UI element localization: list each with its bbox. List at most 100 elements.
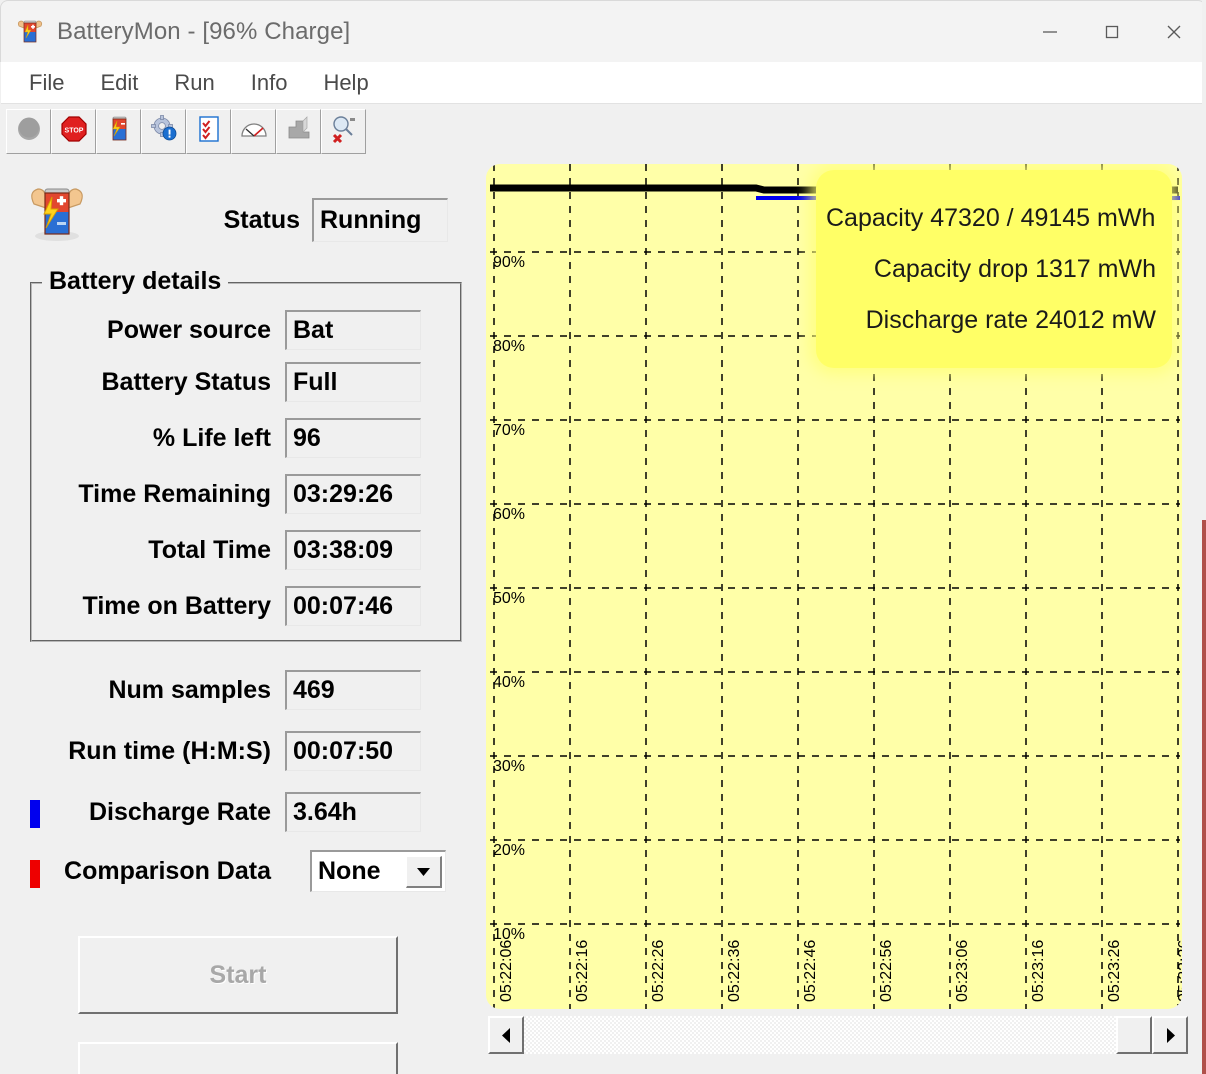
title-bar-left: BatteryMon - [96% Charge] [1,17,1019,47]
comparison-label: Comparison Data [64,857,271,885]
comparison-select[interactable]: None [310,850,446,892]
power-source-value: Bat [285,310,421,350]
tooltip-capacity: Capacity 47320 / 49145 mWh [826,203,1156,232]
toolbar-record-button[interactable] [6,109,51,154]
row-discharge-rate: Discharge Rate 3.64h [0,792,421,832]
run-time-value: 00:07:50 [285,731,421,771]
scroll-left-button[interactable] [488,1016,524,1054]
ytick-30: 30% [493,758,526,775]
status-row: Status Running [0,198,455,242]
toolbar-graph-button[interactable] [276,109,321,154]
row-run-time: Run time (H:M:S) 00:07:50 [0,731,421,771]
window-controls [1019,1,1205,63]
close-icon[interactable] [1143,1,1205,63]
toolbar-battery-button[interactable] [96,109,141,154]
power-source-label: Power source [107,315,271,344]
xtick-8: 05:23:26 [1106,939,1123,1002]
gear-info-icon [149,114,179,149]
scroll-right-button[interactable] [1152,1016,1188,1054]
record-circle-icon [14,114,44,149]
time-remaining-value: 03:29:26 [285,474,421,514]
xtick-0: 05:22:06 [498,939,515,1002]
ytick-50: 50% [493,590,526,607]
ytick-60: 60% [493,506,526,523]
xtick-9: 05:23:36 [1176,939,1182,1002]
comparison-selected-value: None [318,857,381,885]
window-right-edge [1202,0,1206,1074]
svg-text:STOP: STOP [64,128,83,135]
start-button[interactable]: Start [78,936,398,1014]
toolbar-stop-button[interactable]: STOP [51,109,96,154]
toolbar-checklist-button[interactable] [186,109,231,154]
scrollbar-track[interactable] [524,1016,1152,1054]
toolbar-gauge-button[interactable] [231,109,276,154]
xtick-7: 05:23:16 [1030,939,1047,1002]
toolbar-clear-button[interactable] [321,109,366,154]
magnifier-delete-icon [329,114,359,149]
run-time-label: Run time (H:M:S) [68,736,271,765]
life-left-label: % Life left [152,423,271,452]
num-samples-label: Num samples [108,675,271,704]
total-time-label: Total Time [148,535,271,564]
menu-edit[interactable]: Edit [84,68,154,98]
xtick-6: 05:23:06 [954,939,971,1002]
graph-jump-icon [284,114,314,149]
stop-button[interactable]: Stop [78,1042,398,1074]
xtick-4: 05:22:46 [802,939,819,1002]
gauge-icon [239,114,269,149]
row-life-left: % Life left 96 [0,418,421,458]
maximize-icon[interactable] [1081,1,1143,63]
chevron-down-icon[interactable] [406,855,442,888]
ytick-40: 40% [493,674,526,691]
battery-status-value: Full [285,362,421,402]
time-on-battery-value: 00:07:46 [285,586,421,626]
time-on-battery-label: Time on Battery [82,591,271,620]
stop-sign-icon: STOP [59,114,89,149]
toolbar-settings-button[interactable] [141,109,186,154]
row-num-samples: Num samples 469 [0,670,421,710]
xtick-5: 05:22:56 [878,939,895,1002]
discharge-rate-label: Discharge Rate [88,797,271,826]
minimize-icon[interactable] [1019,1,1081,63]
menu-run[interactable]: Run [158,68,230,98]
window-title: BatteryMon - [96% Charge] [57,17,351,45]
checklist-icon [194,114,224,149]
ytick-90: 90% [493,254,526,271]
ytick-80: 80% [493,338,526,355]
chart-tooltip: Capacity 47320 / 49145 mWh Capacity drop… [816,170,1172,368]
xtick-2: 05:22:26 [650,939,667,1002]
menu-info[interactable]: Info [235,68,304,98]
row-time-on-battery: Time on Battery 00:07:46 [0,586,421,626]
battery-details-title: Battery details [42,267,229,296]
battery-chart[interactable]: 90% 80% 70% 60% 50% 40% 30% 20% 10% 05:2… [486,164,1182,1009]
battery-strong-icon [15,17,45,47]
left-panel: Status Running Battery details Power sou… [0,158,478,1074]
status-value: Running [312,198,448,242]
battery-icon [104,114,134,149]
menu-file[interactable]: File [13,68,80,98]
row-total-time: Total Time 03:38:09 [0,530,421,570]
row-power-source: Power source Bat [0,310,421,350]
scrollbar-thumb[interactable] [1116,1016,1152,1054]
total-time-value: 03:38:09 [285,530,421,570]
time-remaining-label: Time Remaining [78,479,271,508]
batterymon-window: BatteryMon - [96% Charge] File Edit Run … [0,0,1206,1074]
menu-help[interactable]: Help [307,68,384,98]
xtick-1: 05:22:16 [574,939,591,1002]
xtick-3: 05:22:36 [726,939,743,1002]
tooltip-discharge-rate: Discharge rate 24012 mW [865,305,1156,334]
row-battery-status: Battery Status Full [0,362,421,402]
num-samples-value: 469 [285,670,421,710]
tooltip-capacity-drop: Capacity drop 1317 mWh [873,254,1156,283]
life-left-value: 96 [285,418,421,458]
discharge-rate-value: 3.64h [285,792,421,832]
status-label: Status [223,205,300,234]
ytick-20: 20% [493,842,526,859]
row-time-remaining: Time Remaining 03:29:26 [0,474,421,514]
menu-bar: File Edit Run Info Help [1,62,1205,104]
chart-panel: 90% 80% 70% 60% 50% 40% 30% 20% 10% 05:2… [478,158,1206,1074]
chart-horizontal-scrollbar[interactable] [488,1016,1188,1054]
ytick-70: 70% [493,422,526,439]
battery-status-label: Battery Status [101,367,272,396]
title-bar: BatteryMon - [96% Charge] [0,0,1206,62]
